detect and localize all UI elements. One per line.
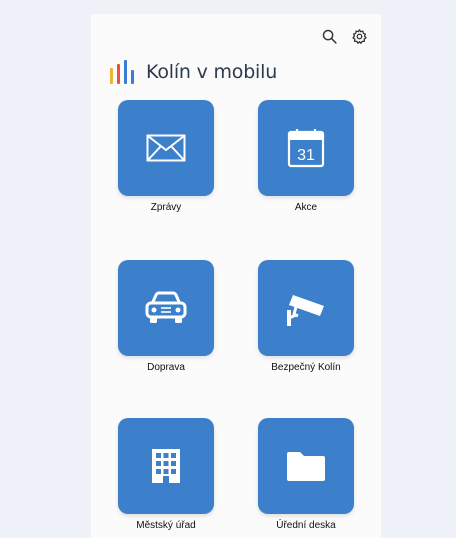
tile-label: Akce (294, 202, 318, 213)
tile-label: Doprava (147, 362, 185, 373)
tile-bezpecny-kolin-box (258, 260, 354, 356)
tile-doprava[interactable]: Doprava (96, 260, 236, 373)
tile-akce[interactable]: 31 Akce (236, 100, 376, 213)
security-camera-icon (287, 295, 324, 326)
calendar-icon: 31 (287, 129, 325, 168)
tile-mestsky-urad[interactable]: Městský úřad (96, 418, 236, 531)
envelope-icon (146, 134, 186, 162)
car-icon (145, 291, 187, 323)
tile-zpravy-box (118, 100, 214, 196)
tile-mestsky-urad-box (118, 418, 214, 514)
calendar-day: 31 (297, 147, 315, 164)
settings-button[interactable] (349, 26, 369, 46)
app-title: Kolín v mobilu (146, 61, 278, 83)
tile-label: Zprávy (150, 202, 182, 213)
tile-uredni-deska[interactable]: Úřední deska (236, 418, 376, 531)
tile-uredni-deska-box (258, 418, 354, 514)
top-toolbar (319, 26, 369, 46)
tile-label: Bezpečný Kolín (271, 362, 341, 373)
tile-akce-box: 31 (258, 100, 354, 196)
search-button[interactable] (319, 26, 339, 46)
search-icon (322, 29, 337, 44)
tile-doprava-box (118, 260, 214, 356)
app-screen: Kolín v mobilu Zprávy 31 Akce Doprava Be… (91, 14, 381, 538)
tile-bezpecny-kolin[interactable]: Bezpečný Kolín (236, 260, 376, 373)
city-logo-icon (110, 60, 134, 84)
app-header: Kolín v mobilu (109, 60, 277, 84)
tile-zpravy[interactable]: Zprávy (96, 100, 236, 213)
folder-icon (287, 452, 325, 481)
tile-label: Městský úřad (136, 520, 196, 531)
tile-label: Úřední deska (276, 520, 336, 531)
building-icon (152, 449, 180, 483)
gear-icon (351, 28, 367, 44)
